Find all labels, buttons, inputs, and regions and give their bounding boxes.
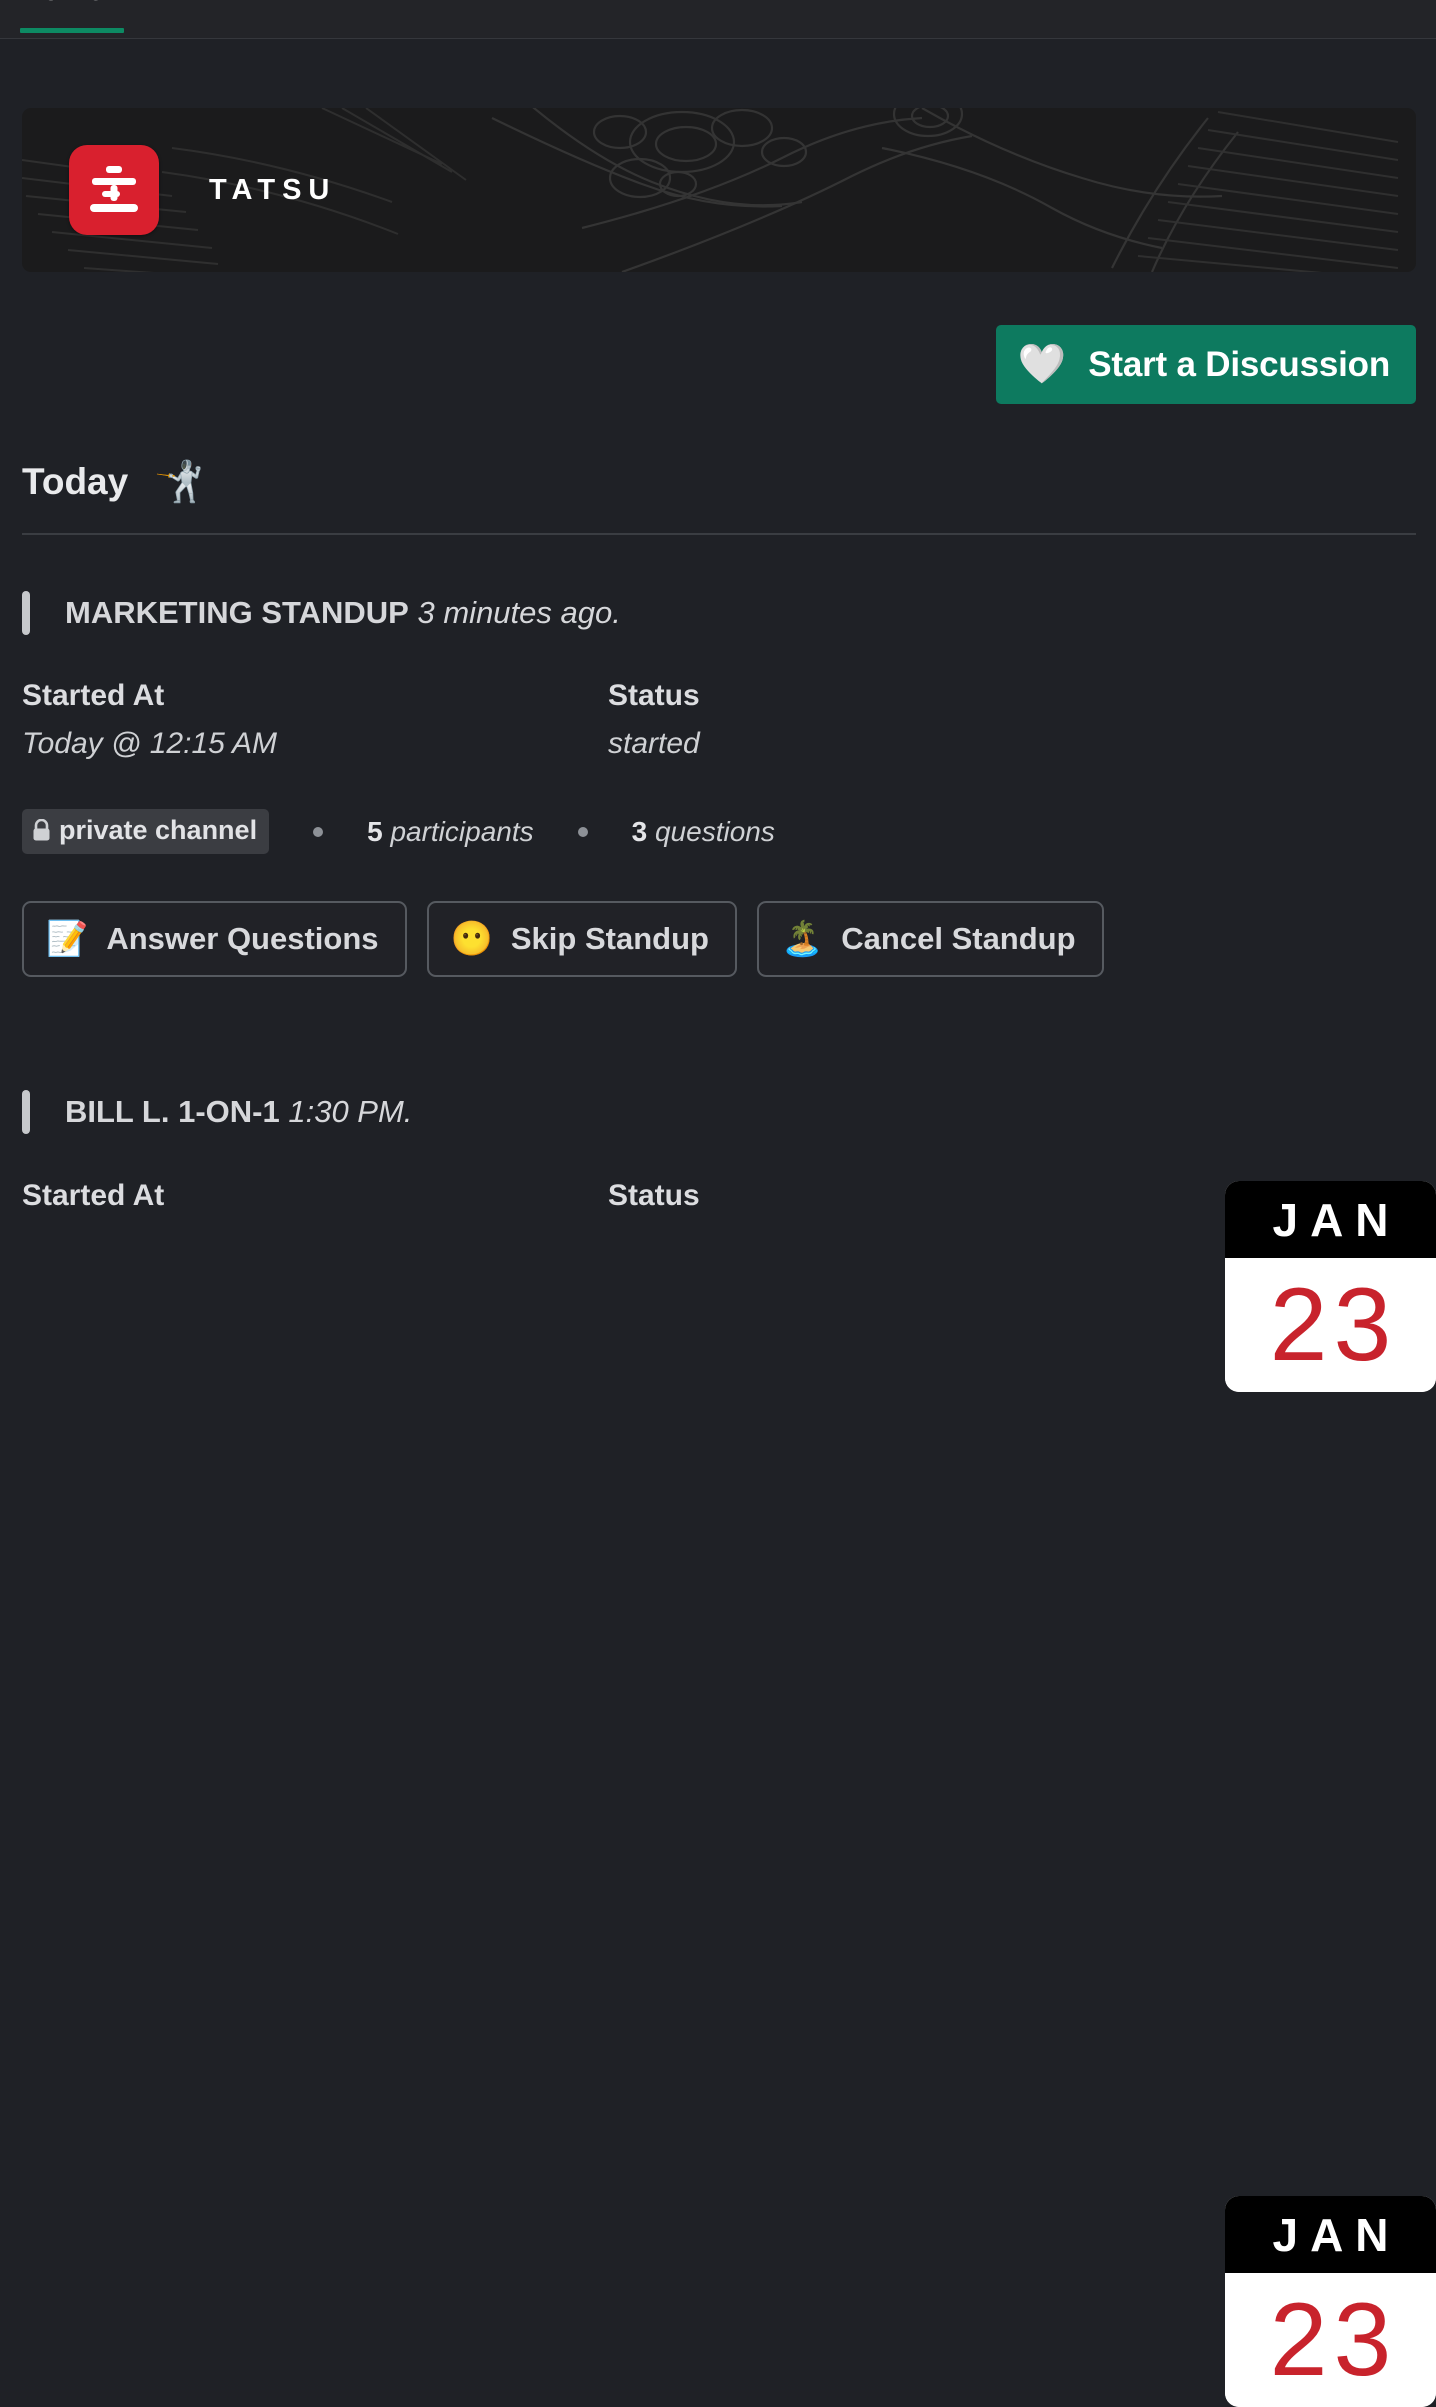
entry-meta-row: private channel 5 participants 3 questio… xyxy=(22,809,1436,854)
status-label: Status xyxy=(608,1179,700,1212)
memo-icon: 📝 xyxy=(46,920,89,958)
entry-heading: BILL L. 1-ON-1 1:30 PM. xyxy=(65,1094,412,1130)
quote-bar xyxy=(22,591,30,635)
field-started-at: Started At Today @ 12:15 AM xyxy=(22,679,608,761)
started-at-label: Started At xyxy=(22,679,165,712)
cancel-standup-label: Cancel Standup xyxy=(841,921,1076,956)
section-divider xyxy=(22,533,1416,535)
calendar-day-band: 23 xyxy=(1225,1258,1436,1392)
standup-entry: MARKETING STANDUP 3 minutes ago. Started… xyxy=(0,591,1436,1392)
entry-title-row: BILL L. 1-ON-1 1:30 PM. xyxy=(22,1090,1436,1134)
tatsu-logo xyxy=(69,145,159,235)
section-header-today: Today 🤺 xyxy=(22,461,1436,503)
answer-questions-label: Answer Questions xyxy=(106,921,379,956)
tab-bar: Home xyxy=(0,0,1436,39)
field-status: Status started xyxy=(608,679,1194,761)
tab-home[interactable]: Home xyxy=(20,0,104,8)
fencer-icon: 🤺 xyxy=(154,460,205,504)
entry-name: BILL L. 1-ON-1 xyxy=(65,1094,280,1129)
participants-count: 5 xyxy=(367,815,383,847)
started-at-label: Started At xyxy=(22,1179,165,1212)
entry-heading: MARKETING STANDUP 3 minutes ago. xyxy=(65,595,621,631)
status-badge-private-channel: private channel xyxy=(22,809,270,854)
field-started-at: Started At xyxy=(22,1179,608,1213)
answer-questions-button[interactable]: 📝 Answer Questions xyxy=(22,901,407,977)
app-name: TATSU xyxy=(209,173,337,206)
desert-island-icon: 🏝️ xyxy=(780,920,824,958)
participants-label: participants xyxy=(390,815,534,847)
skip-standup-label: Skip Standup xyxy=(510,921,709,956)
standup-entry: BILL L. 1-ON-1 1:30 PM. Started At Statu… xyxy=(0,1090,1436,2407)
entry-fields: Started At Status xyxy=(22,1179,1436,1213)
separator-dot xyxy=(313,826,324,837)
started-at-value: Today @ 12:15 AM xyxy=(22,727,278,760)
section-title: Today xyxy=(22,461,129,502)
separator-dot xyxy=(577,826,588,837)
status-value: started xyxy=(608,727,700,760)
calendar-month: JAN xyxy=(1272,2208,1401,2261)
cancel-standup-button[interactable]: 🏝️ Cancel Standup xyxy=(756,901,1104,977)
entry-name: MARKETING STANDUP xyxy=(65,595,409,630)
participants-meta: 5 participants xyxy=(367,816,534,848)
calendar-icon: JAN 23 xyxy=(1225,2196,1436,2407)
quote-bar xyxy=(22,1090,30,1134)
entry-title-row: MARKETING STANDUP 3 minutes ago. xyxy=(22,591,1436,635)
questions-meta: 3 questions xyxy=(632,816,775,848)
private-channel-label: private channel xyxy=(59,815,258,845)
field-status: Status xyxy=(608,1179,1194,1213)
questions-count: 3 xyxy=(631,815,648,847)
entry-actions: 📝 Answer Questions 😶 Skip Standup 🏝️ Can… xyxy=(22,901,1436,977)
heart-icon: 🤍 xyxy=(1017,343,1067,386)
calendar-day: 23 xyxy=(1269,2281,1398,2398)
start-discussion-button[interactable]: 🤍 Start a Discussion xyxy=(995,325,1416,404)
start-discussion-label: Start a Discussion xyxy=(1088,344,1390,384)
entry-fields: Started At Today @ 12:15 AM Status start… xyxy=(22,679,1436,761)
entry-time: 3 minutes ago. xyxy=(417,595,621,630)
lock-icon xyxy=(33,819,50,841)
calendar-day-band: 23 xyxy=(1225,2273,1436,2407)
entry-time: 1:30 PM. xyxy=(288,1094,413,1129)
calendar-day: 23 xyxy=(1269,1266,1398,1383)
tatsu-kanji-icon xyxy=(90,166,138,212)
app-banner: TATSU xyxy=(22,108,1416,272)
dotted-line-face-icon: 😶 xyxy=(450,920,493,958)
calendar-month-band: JAN xyxy=(1225,2196,1436,2273)
tab-active-indicator xyxy=(20,28,124,33)
status-label: Status xyxy=(608,679,700,712)
questions-label: questions xyxy=(654,815,775,847)
discussion-row: 🤍 Start a Discussion xyxy=(0,325,1416,404)
skip-standup-button[interactable]: 😶 Skip Standup xyxy=(426,901,737,977)
